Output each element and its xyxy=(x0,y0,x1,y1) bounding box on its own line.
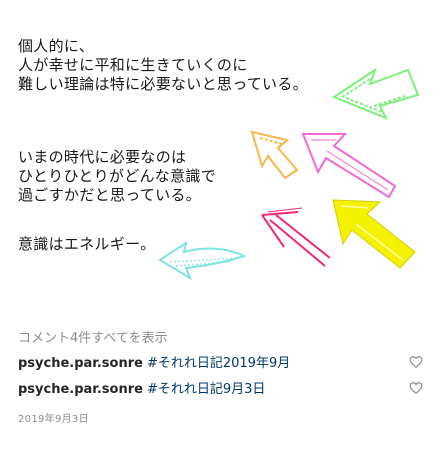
view-all-comments-link[interactable]: コメント4件すべてを表示 xyxy=(18,327,168,346)
comment-username[interactable]: psyche.par.sonre xyxy=(18,356,143,371)
green-arrow-icon xyxy=(331,67,420,120)
cyan-arrow-icon xyxy=(158,240,247,281)
post-date: 2019年9月3日 xyxy=(18,414,89,425)
comment-row: psyche.par.sonre #それれ日記9月3日 xyxy=(18,378,265,397)
comment-hashtag[interactable]: #それれ日記9月3日 xyxy=(147,382,265,397)
pink-arrow-icon xyxy=(301,133,397,199)
comment-row: psyche.par.sonre #それれ日記2019年9月 xyxy=(18,352,290,371)
orange-arrow-icon xyxy=(250,130,299,180)
magenta-arrow-icon xyxy=(261,207,331,267)
comment-username[interactable]: psyche.par.sonre xyxy=(18,382,143,397)
comment-hashtag[interactable]: #それれ日記2019年9月 xyxy=(147,356,290,371)
like-heart-icon[interactable] xyxy=(409,355,423,369)
like-heart-icon[interactable] xyxy=(409,381,423,395)
decorative-arrows xyxy=(158,67,420,281)
post-image: 個人的に、 人が幸せに平和に生きていくのに 難しい理論は特に必要ないと思っている… xyxy=(0,0,441,318)
yellow-arrow-icon xyxy=(332,199,416,269)
